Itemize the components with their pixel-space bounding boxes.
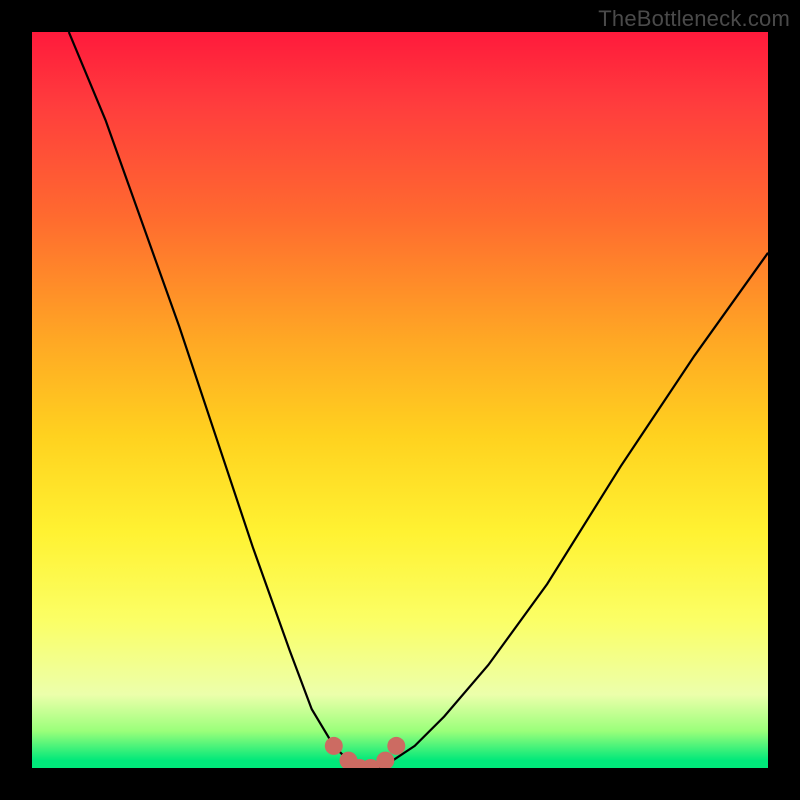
chart-frame: TheBottleneck.com — [0, 0, 800, 800]
watermark-text: TheBottleneck.com — [598, 6, 790, 32]
curve-layer — [32, 32, 768, 768]
plot-area — [32, 32, 768, 768]
bottleneck-curve — [69, 32, 768, 768]
trough-marker — [387, 737, 405, 755]
trough-marker — [325, 737, 343, 755]
trough-markers — [325, 737, 406, 768]
trough-marker — [376, 752, 394, 768]
